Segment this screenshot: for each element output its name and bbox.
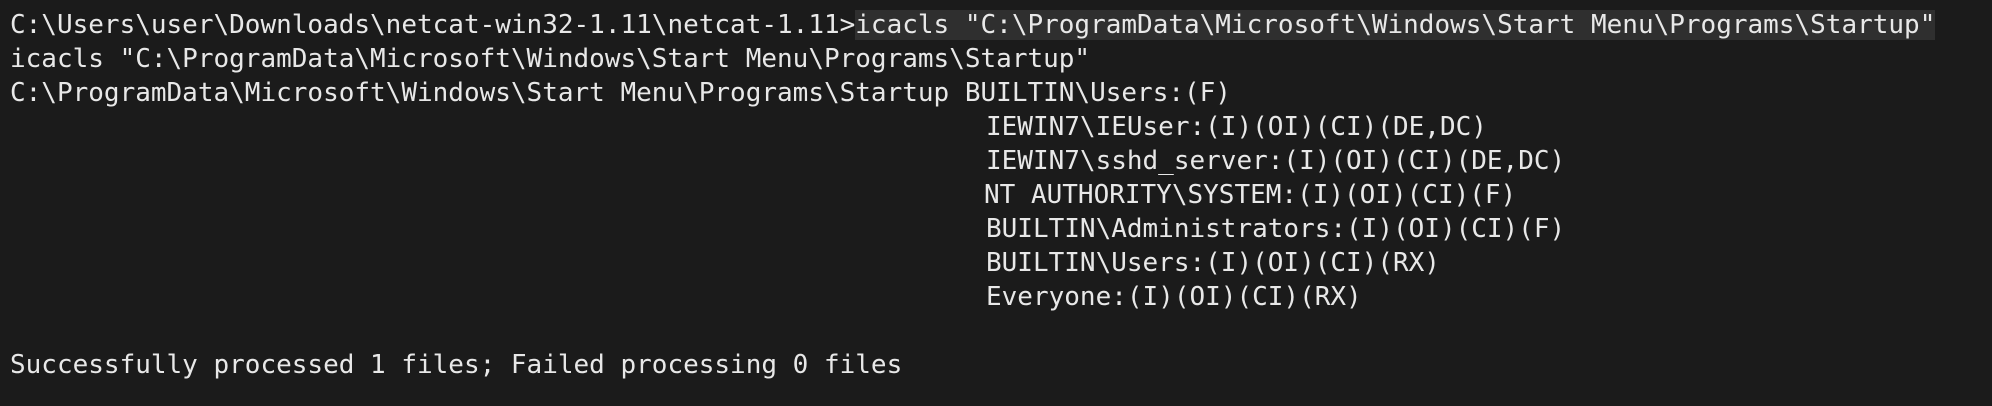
summary-line: Successfully processed 1 files; Failed p… <box>10 350 903 380</box>
acl-entry: BUILTIN\Users:(F) <box>949 78 1231 108</box>
acl-entry: BUILTIN\Users:(I)(OI)(CI)(RX) <box>986 248 1440 278</box>
prompt: C:\Users\user\Downloads\netcat-win32-1.1… <box>10 10 856 40</box>
acl-path-line: C:\ProgramData\Microsoft\Windows\Start M… <box>10 76 1992 110</box>
acl-entry: NT AUTHORITY\SYSTEM:(I)(OI)(CI)(F) <box>984 180 1517 210</box>
terminal-window[interactable]: C:\Users\user\Downloads\netcat-win32-1.1… <box>0 0 1992 406</box>
acl-entry: Everyone:(I)(OI)(CI)(RX) <box>986 282 1362 312</box>
acl-entry: BUILTIN\Administrators:(I)(OI)(CI)(F) <box>986 214 1566 244</box>
command-text[interactable]: icacls "C:\ProgramData\Microsoft\Windows… <box>855 10 1936 40</box>
acl-path: C:\ProgramData\Microsoft\Windows\Start M… <box>10 78 950 108</box>
prompt-line: C:\Users\user\Downloads\netcat-win32-1.1… <box>10 8 1992 42</box>
command-echo: icacls "C:\ProgramData\Microsoft\Windows… <box>10 44 1091 74</box>
acl-entry: IEWIN7\sshd_server:(I)(OI)(CI)(DE,DC) <box>986 146 1566 176</box>
acl-entry: IEWIN7\IEUser:(I)(OI)(CI)(DE,DC) <box>986 112 1487 142</box>
